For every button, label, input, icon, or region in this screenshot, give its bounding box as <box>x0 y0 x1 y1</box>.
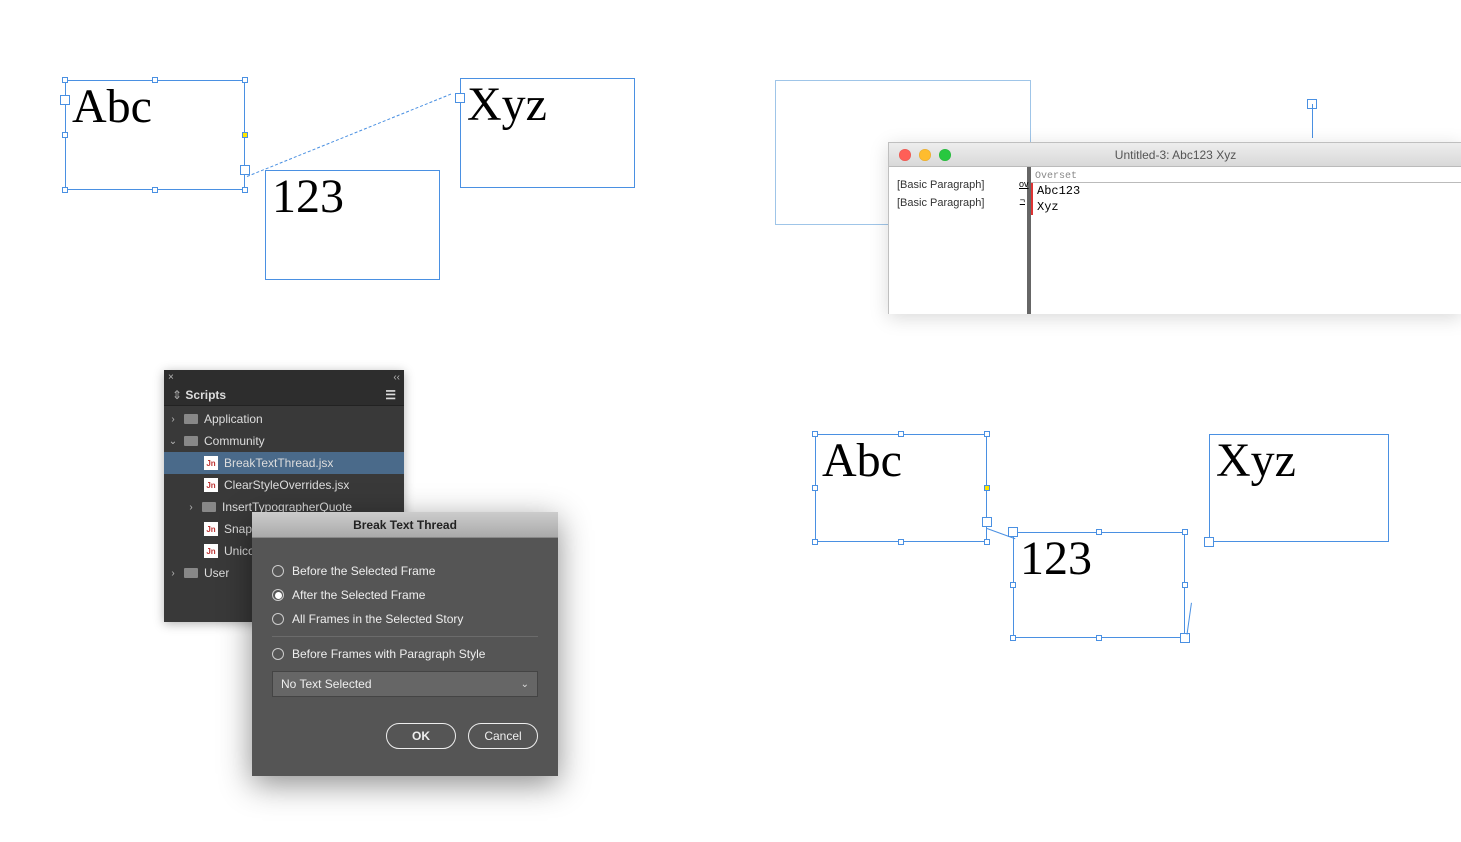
text-frame-c-text: Xyz <box>467 81 628 129</box>
dialog-title: Break Text Thread <box>252 512 558 538</box>
panel-title: Scripts <box>172 388 226 402</box>
radio-before-selected[interactable]: Before the Selected Frame <box>272 564 538 578</box>
story-line[interactable]: Abc123 <box>1031 183 1461 199</box>
thread-link-icon <box>1187 603 1192 635</box>
folder-icon <box>184 568 198 578</box>
script-breaktextthread[interactable]: Jn BreakTextThread.jsx <box>164 452 404 474</box>
paragraph-style-column: [Basic Paragraph] [Basic Paragraph] <box>889 167 1019 314</box>
script-icon: Jn <box>204 478 218 492</box>
radio-after-selected[interactable]: After the Selected Frame <box>272 588 538 602</box>
override-badge: ¬ <box>1019 195 1025 205</box>
radio-icon[interactable] <box>272 565 284 577</box>
in-port-icon[interactable] <box>455 93 465 103</box>
window-title: Untitled-3: Abc123 Xyz <box>889 148 1461 162</box>
text-frame-a[interactable]: Abc <box>65 80 245 190</box>
paragraph-style-label: [Basic Paragraph] <box>897 197 1015 209</box>
overset-label: Overset <box>1031 171 1461 183</box>
override-badge: ov <box>1019 179 1025 189</box>
folder-icon <box>202 502 216 512</box>
radio-icon[interactable] <box>272 613 284 625</box>
cancel-button[interactable]: Cancel <box>468 723 538 749</box>
text-frame-b[interactable]: 123 <box>1013 532 1185 638</box>
story-editor-body: [Basic Paragraph] [Basic Paragraph] ov ¬… <box>889 167 1461 314</box>
radio-all-frames[interactable]: All Frames in the Selected Story <box>272 612 538 626</box>
panel-menu-icon[interactable]: ☰ <box>385 388 396 402</box>
in-port-icon[interactable] <box>1204 537 1214 547</box>
chevron-down-icon[interactable]: ⌄ <box>168 436 178 447</box>
radio-before-paragraph-style[interactable]: Before Frames with Paragraph Style <box>272 647 538 661</box>
text-frame-b[interactable]: 123 <box>265 170 440 280</box>
story-text-column[interactable]: Overset Abc123 Xyz <box>1031 167 1461 314</box>
radio-icon[interactable] <box>272 589 284 601</box>
out-port-icon[interactable] <box>240 165 250 175</box>
collapse-icon[interactable]: ‹‹ <box>393 372 400 383</box>
window-titlebar[interactable]: Untitled-3: Abc123 Xyz <box>889 143 1461 167</box>
story-line[interactable]: Xyz <box>1031 199 1461 215</box>
folder-community[interactable]: ⌄ Community <box>164 430 404 452</box>
ok-button[interactable]: OK <box>386 723 456 749</box>
separator <box>272 636 538 637</box>
paragraph-style-label: [Basic Paragraph] <box>897 179 1015 191</box>
text-frame-c-text: Xyz <box>1216 437 1382 485</box>
override-badge-column: ov ¬ <box>1019 167 1031 314</box>
text-frame-b-text: 123 <box>1020 535 1178 583</box>
chevron-down-icon: ⌄ <box>521 679 529 690</box>
folder-icon <box>184 414 198 424</box>
script-icon: Jn <box>204 544 218 558</box>
script-icon: Jn <box>204 522 218 536</box>
script-icon: Jn <box>204 456 218 470</box>
panel-tab[interactable]: Scripts ☰ <box>164 384 404 406</box>
dropdown-value: No Text Selected <box>281 677 372 691</box>
thread-link-icon <box>247 94 451 177</box>
folder-icon <box>184 436 198 446</box>
text-frame-c[interactable]: Xyz <box>460 78 635 188</box>
out-port-icon[interactable] <box>1180 633 1190 643</box>
close-icon[interactable]: × <box>168 372 174 383</box>
chevron-right-icon[interactable]: › <box>168 414 178 425</box>
paragraph-style-dropdown[interactable]: No Text Selected ⌄ <box>272 671 538 697</box>
chevron-right-icon[interactable]: › <box>186 502 196 513</box>
text-frame-b-text: 123 <box>272 173 433 221</box>
text-frame-a[interactable]: Abc <box>815 434 987 542</box>
chevron-right-icon[interactable]: › <box>168 568 178 579</box>
folder-application[interactable]: › Application <box>164 408 404 430</box>
panel-header[interactable]: × ‹‹ <box>164 370 404 384</box>
text-frame-c[interactable]: Xyz <box>1209 434 1389 542</box>
threaded-frames-before: Abc 123 Xyz <box>65 80 665 300</box>
out-port-icon[interactable] <box>982 517 992 527</box>
break-text-thread-dialog: Break Text Thread Before the Selected Fr… <box>252 512 558 776</box>
text-frame-a-text: Abc <box>822 437 980 485</box>
story-editor-window: Untitled-3: Abc123 Xyz [Basic Paragraph]… <box>888 142 1461 314</box>
in-port-icon[interactable] <box>60 95 70 105</box>
threaded-frames-after: Abc 123 Xyz <box>815 430 1415 660</box>
script-clearstyleoverrides[interactable]: Jn ClearStyleOverrides.jsx <box>164 474 404 496</box>
radio-icon[interactable] <box>272 648 284 660</box>
text-frame-a-text: Abc <box>72 83 238 131</box>
